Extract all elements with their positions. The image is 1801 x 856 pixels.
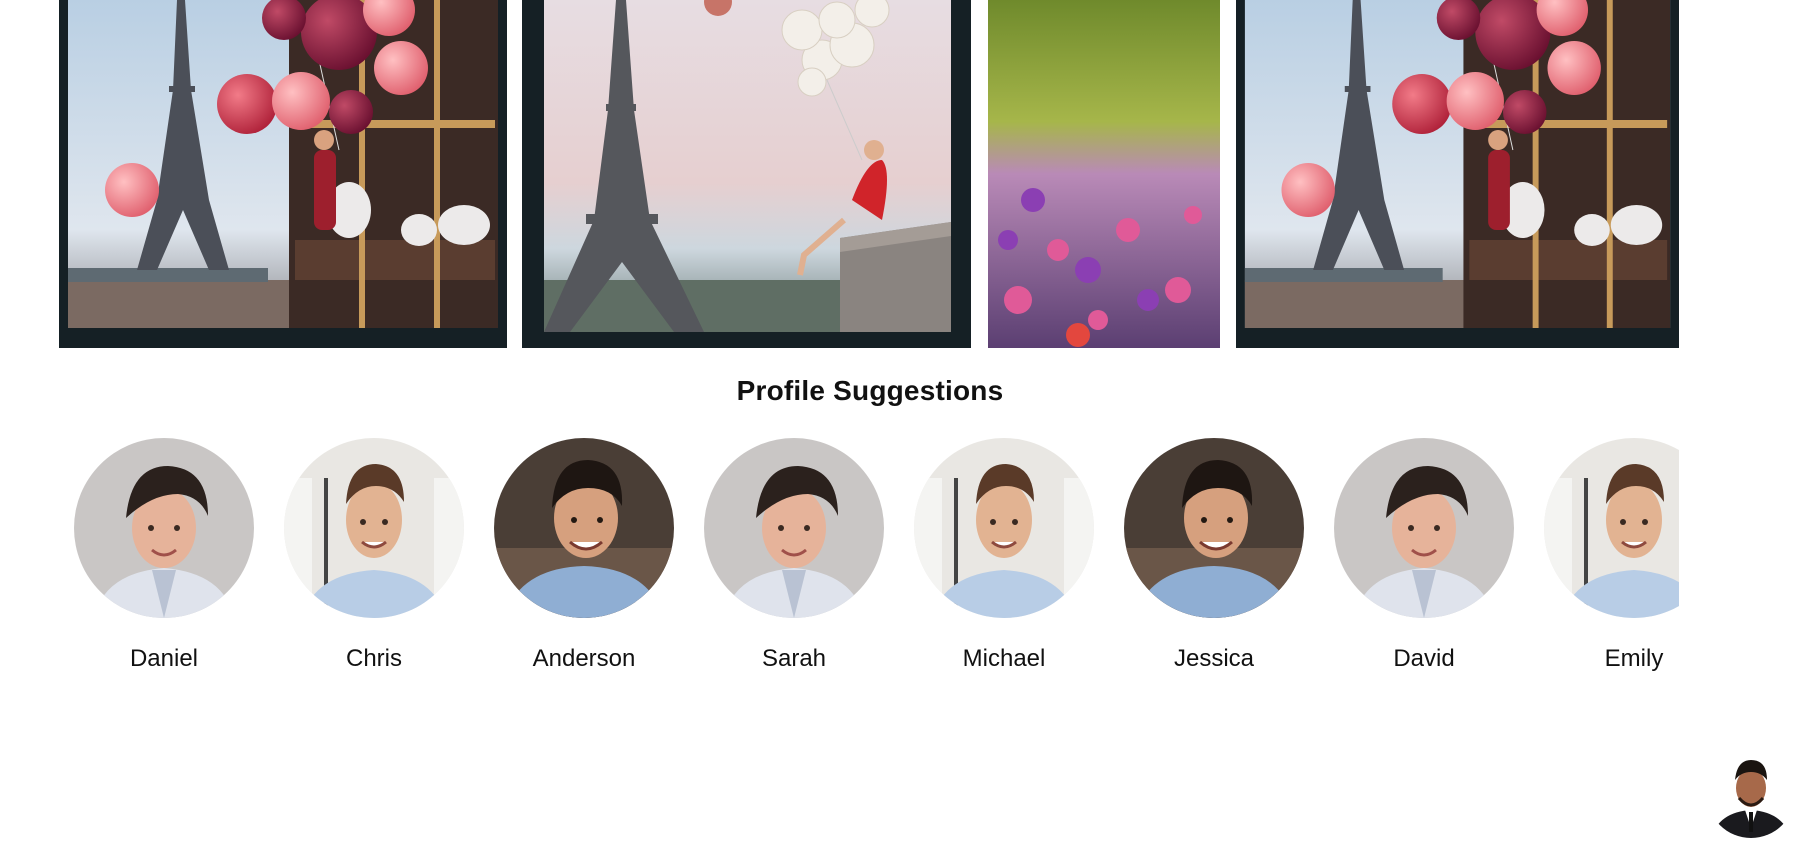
profile-name[interactable]: Jessica: [1109, 645, 1319, 673]
profile-name[interactable]: Sarah: [689, 645, 899, 673]
profile-name[interactable]: Anderson: [479, 645, 689, 673]
avatar[interactable]: [494, 438, 674, 618]
avatar[interactable]: [284, 438, 464, 618]
avatar[interactable]: [1544, 438, 1679, 618]
profile-card[interactable]: Jessica: [1109, 438, 1319, 678]
avatar[interactable]: [74, 438, 254, 618]
section-title: Profile Suggestions: [736, 375, 1004, 406]
profile-name[interactable]: Daniel: [59, 645, 269, 673]
profile-card[interactable]: Chris: [269, 438, 479, 678]
gallery-post[interactable]: [59, 0, 507, 348]
avatar[interactable]: [1334, 438, 1514, 618]
gallery-post[interactable]: [988, 0, 1220, 348]
current-user-avatar[interactable]: [1707, 750, 1795, 838]
page: Profile Suggestions Daniel Chris Anderso…: [0, 0, 1801, 856]
profile-card[interactable]: Daniel: [59, 438, 269, 678]
profile-card[interactable]: Emily: [1529, 438, 1679, 678]
gallery-post[interactable]: [1236, 0, 1679, 348]
profile-card[interactable]: David: [1319, 438, 1529, 678]
eiffel-carousel-balloons-photo: [59, 0, 507, 348]
avatar[interactable]: [1124, 438, 1304, 618]
profile-name[interactable]: Emily: [1529, 645, 1679, 673]
profile-name[interactable]: David: [1319, 645, 1529, 673]
profile-name[interactable]: Chris: [269, 645, 479, 673]
eiffel-carousel-balloons-photo: [1236, 0, 1679, 348]
profile-card[interactable]: Sarah: [689, 438, 899, 678]
avatar[interactable]: [914, 438, 1094, 618]
profile-card[interactable]: Anderson: [479, 438, 689, 678]
eiffel-woman-balloons-photo: [522, 0, 971, 348]
avatar[interactable]: [704, 438, 884, 618]
profile-suggestions-list[interactable]: Daniel Chris Anderson Sarah Michael Jess…: [59, 438, 1679, 678]
gallery-post[interactable]: [522, 0, 971, 348]
flower-field-photo: [988, 0, 1220, 348]
profile-name[interactable]: Michael: [899, 645, 1109, 673]
profile-card[interactable]: Michael: [899, 438, 1109, 678]
photo-gallery: [0, 0, 1801, 348]
